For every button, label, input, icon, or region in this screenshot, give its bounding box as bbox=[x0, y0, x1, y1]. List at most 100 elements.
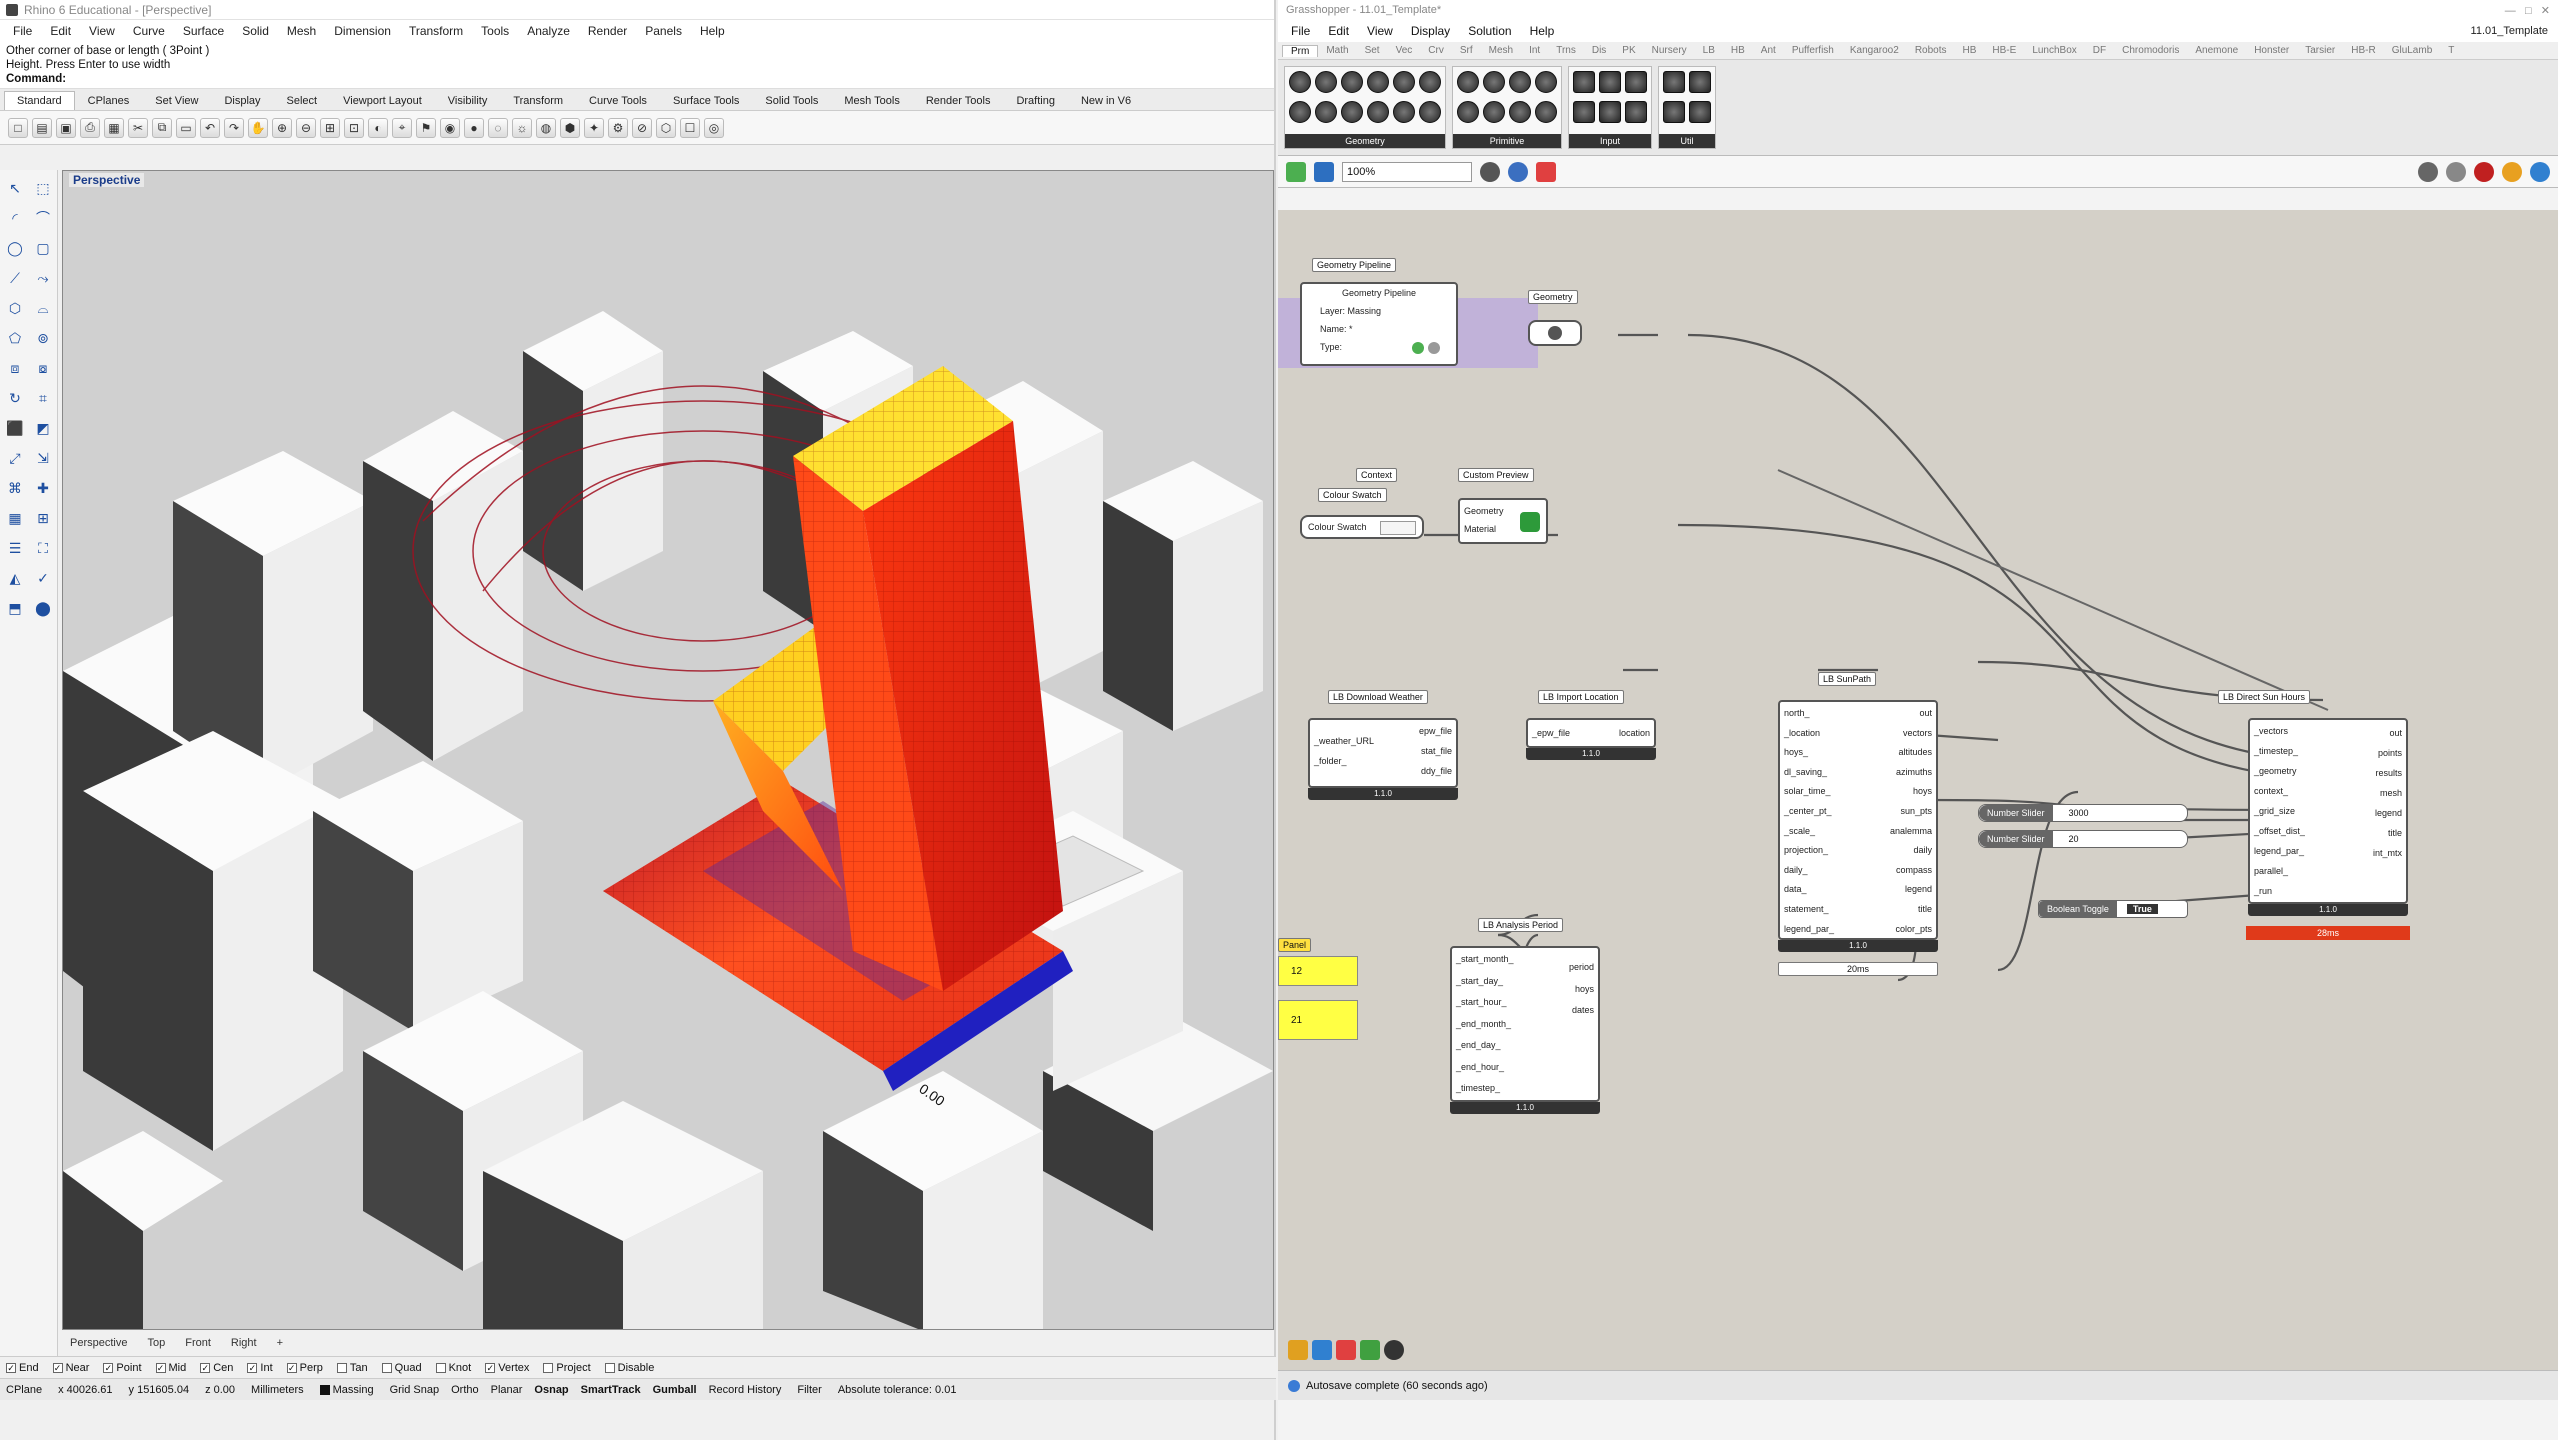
gh-menu-solution[interactable]: Solution bbox=[1459, 24, 1520, 38]
minimize-icon[interactable]: — bbox=[2505, 5, 2516, 17]
toolbar-tab-transform[interactable]: Transform bbox=[500, 91, 576, 110]
component-icon[interactable] bbox=[1689, 71, 1711, 93]
input-param[interactable]: dl_saving_ bbox=[1784, 763, 1827, 783]
import-location-component[interactable]: _epw_file location 1.1.0 bbox=[1526, 718, 1656, 760]
output-param[interactable]: out bbox=[2389, 724, 2402, 744]
sidebar-tool-icon[interactable]: ⟋ bbox=[3, 266, 27, 290]
component-icon[interactable] bbox=[1599, 101, 1621, 123]
panel-end-month[interactable]: 21 bbox=[1278, 1000, 1358, 1040]
osnap-perp[interactable]: ✓ Perp bbox=[286, 1362, 323, 1374]
checkbox-icon[interactable]: ✓ bbox=[52, 1362, 63, 1373]
component-icon[interactable] bbox=[1367, 71, 1389, 93]
gh-tab-nursery[interactable]: Nursery bbox=[1644, 45, 1695, 56]
direct-sun-hours-component[interactable]: _vectors _timestep_ _geometry context_ _grid… bbox=[2248, 718, 2408, 916]
toolbar-tool-icon[interactable]: ⚙ bbox=[608, 117, 628, 138]
sidebar-tool-icon[interactable]: ✚ bbox=[31, 476, 55, 500]
selected-preview-icon[interactable] bbox=[2474, 161, 2494, 182]
sidebar-tool-icon[interactable]: ⧇ bbox=[31, 356, 55, 380]
osnap-int[interactable]: ✓ Int bbox=[247, 1362, 273, 1374]
toolbar-tool-icon[interactable]: ⊕ bbox=[272, 117, 292, 138]
gh-tab-pk[interactable]: PK bbox=[1614, 45, 1643, 56]
output-param[interactable]: points bbox=[2378, 744, 2402, 764]
toolbar-tool-icon[interactable]: ● bbox=[464, 117, 484, 138]
component-icon[interactable] bbox=[1289, 101, 1311, 123]
output-param[interactable]: period bbox=[1569, 958, 1594, 978]
toolbar-tab-new-in-v6[interactable]: New in V6 bbox=[1068, 91, 1144, 110]
status-ortho[interactable]: Ortho bbox=[451, 1384, 479, 1396]
toolbar-tab-select[interactable]: Select bbox=[274, 91, 331, 110]
input-param[interactable]: parallel_ bbox=[2254, 862, 2288, 882]
sidebar-tool-icon[interactable]: ⛶ bbox=[31, 536, 55, 560]
component-icon[interactable] bbox=[1663, 71, 1685, 93]
sidebar-tool-icon[interactable]: ⊞ bbox=[31, 506, 55, 530]
menu-edit[interactable]: Edit bbox=[41, 24, 80, 38]
sidebar-tool-icon[interactable]: ◜ bbox=[3, 206, 27, 230]
sidebar-tool-icon[interactable]: ⌗ bbox=[31, 386, 55, 410]
menu-tools[interactable]: Tools bbox=[472, 24, 518, 38]
output-param[interactable]: location bbox=[1619, 724, 1650, 744]
toolbar-tab-surface-tools[interactable]: Surface Tools bbox=[660, 91, 752, 110]
toolbar-tool-icon[interactable]: ✋ bbox=[248, 117, 268, 138]
osnap-mid[interactable]: ✓ Mid bbox=[155, 1362, 186, 1374]
download-weather-component[interactable]: _weather_URL _folder_ epw_file stat_file ddy… bbox=[1308, 718, 1458, 800]
checkbox-icon[interactable] bbox=[381, 1362, 392, 1373]
checkbox-icon[interactable]: ✓ bbox=[286, 1362, 297, 1373]
group-label-colour-swatch[interactable]: Colour Swatch bbox=[1318, 488, 1387, 502]
sidebar-tool-icon[interactable]: ⬤ bbox=[31, 596, 55, 620]
output-param[interactable]: azimuths bbox=[1896, 763, 1932, 783]
component-icon[interactable] bbox=[1689, 101, 1711, 123]
component-icon[interactable] bbox=[1599, 71, 1621, 93]
input-param[interactable]: _vectors bbox=[2254, 722, 2288, 742]
component-icon[interactable] bbox=[1419, 71, 1441, 93]
checkbox-icon[interactable]: ✓ bbox=[155, 1362, 166, 1373]
sidebar-tool-icon[interactable]: ⊚ bbox=[31, 326, 55, 350]
output-param[interactable]: stat_file bbox=[1421, 742, 1452, 762]
toolbar-tab-standard[interactable]: Standard bbox=[4, 91, 75, 110]
gh-canvas[interactable]: Geometry Pipeline Geometry Context Colou… bbox=[1278, 210, 2558, 1370]
input-param[interactable]: solar_time_ bbox=[1784, 782, 1831, 802]
component-icon[interactable] bbox=[1573, 71, 1595, 93]
osnap-near[interactable]: ✓ Near bbox=[52, 1362, 89, 1374]
input-param[interactable]: _folder_ bbox=[1314, 752, 1347, 772]
gh-tab-robots[interactable]: Robots bbox=[1907, 45, 1955, 56]
panel-start-month[interactable]: 12 bbox=[1278, 956, 1358, 986]
gh-tab-tarsier[interactable]: Tarsier bbox=[2297, 45, 2343, 56]
gh-tab-t[interactable]: T bbox=[2440, 45, 2462, 56]
component-icon[interactable] bbox=[1535, 71, 1557, 93]
gh-tab-ant[interactable]: Ant bbox=[1753, 45, 1784, 56]
sidebar-tool-icon[interactable]: ⬒ bbox=[3, 596, 27, 620]
output-param[interactable]: dates bbox=[1572, 1001, 1594, 1021]
checkbox-icon[interactable]: ✓ bbox=[247, 1362, 258, 1373]
output-param[interactable]: color_pts bbox=[1895, 920, 1932, 940]
component-icon[interactable] bbox=[1341, 101, 1363, 123]
menu-analyze[interactable]: Analyze bbox=[518, 24, 579, 38]
component-icon[interactable] bbox=[1367, 101, 1389, 123]
toolbar-tool-icon[interactable]: ☼ bbox=[512, 117, 532, 138]
widget-icon[interactable] bbox=[1312, 1340, 1332, 1360]
checkbox-icon[interactable] bbox=[435, 1362, 446, 1373]
menu-render[interactable]: Render bbox=[579, 24, 636, 38]
gh-menu-edit[interactable]: Edit bbox=[1319, 24, 1358, 38]
status-gumball[interactable]: Gumball bbox=[653, 1384, 697, 1396]
toolbar-tab-drafting[interactable]: Drafting bbox=[1003, 91, 1068, 110]
gh-menu-file[interactable]: File bbox=[1282, 24, 1319, 38]
menu-transform[interactable]: Transform bbox=[400, 24, 472, 38]
component-icon[interactable] bbox=[1457, 71, 1479, 93]
menu-mesh[interactable]: Mesh bbox=[278, 24, 325, 38]
toolbar-tool-icon[interactable]: ⌖ bbox=[392, 117, 412, 138]
status-record-history[interactable]: Record History bbox=[709, 1384, 782, 1396]
sunpath-component[interactable]: north_ _location hoys_ dl_saving_ solar_time… bbox=[1778, 700, 1938, 952]
type-brep-icon[interactable] bbox=[1412, 342, 1424, 354]
toolbar-tool-icon[interactable]: ▦ bbox=[104, 117, 124, 138]
output-param[interactable]: out bbox=[1919, 704, 1932, 724]
gh-menu-help[interactable]: Help bbox=[1521, 24, 1564, 38]
output-param[interactable]: sun_pts bbox=[1900, 802, 1932, 822]
gh-tab-lunchbox[interactable]: LunchBox bbox=[2024, 45, 2084, 56]
preview-mode-icon[interactable] bbox=[2418, 161, 2438, 182]
input-param[interactable]: _location bbox=[1784, 724, 1820, 744]
toolbar-tab-cplanes[interactable]: CPlanes bbox=[75, 91, 143, 110]
title-download-weather[interactable]: LB Download Weather bbox=[1328, 690, 1428, 704]
input-param[interactable]: north_ bbox=[1784, 704, 1810, 724]
input-param[interactable]: _start_day_ bbox=[1456, 972, 1503, 992]
sidebar-tool-icon[interactable]: ⇲ bbox=[31, 446, 55, 470]
